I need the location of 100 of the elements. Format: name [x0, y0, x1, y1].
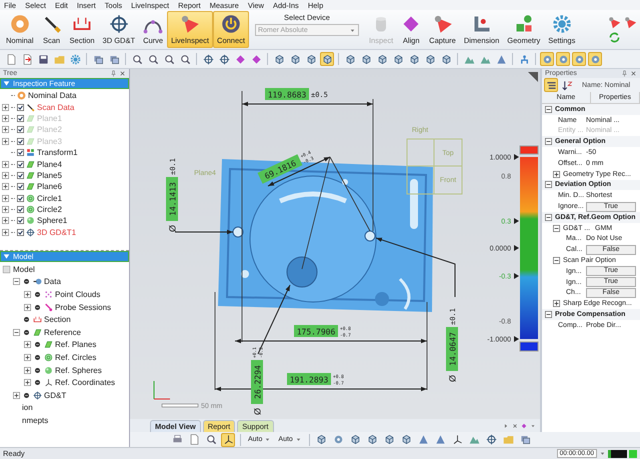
caret-icon[interactable] [599, 450, 606, 457]
expander-icon[interactable] [24, 341, 31, 348]
expander-icon[interactable] [2, 104, 9, 111]
toolbar-button[interactable] [221, 432, 235, 446]
pointer-icon[interactable] [514, 336, 519, 342]
tree-item[interactable]: ion [22, 403, 33, 412]
pin-icon[interactable] [110, 70, 117, 77]
expander-icon[interactable] [553, 224, 560, 232]
toolbar-button[interactable] [544, 78, 558, 92]
tree-item[interactable]: GD&T [44, 390, 66, 400]
tree-item[interactable]: nmepts [22, 416, 48, 425]
dot-icon[interactable] [33, 378, 42, 388]
diamond-icon[interactable] [521, 423, 527, 429]
pointer-icon[interactable] [514, 154, 519, 160]
checkbox[interactable] [17, 160, 24, 168]
dimension-label[interactable]: 14.1413 [166, 177, 178, 221]
dimension-label[interactable]: 119.8683 [265, 88, 309, 100]
expander-icon[interactable] [545, 181, 552, 188]
expander-icon[interactable] [553, 300, 560, 308]
checkbox[interactable] [17, 114, 24, 122]
tree-item[interactable]: Nominal Data [28, 91, 76, 100]
tree-item[interactable]: Ref. Coordinates [55, 378, 116, 388]
checkbox[interactable] [17, 149, 24, 156]
toolbar-button[interactable] [320, 52, 334, 66]
expander-icon[interactable] [2, 160, 9, 168]
tree-item[interactable]: Ref. Spheres [55, 366, 102, 375]
expander-icon[interactable] [545, 106, 552, 113]
checkbox[interactable] [17, 104, 24, 111]
close-icon[interactable] [630, 70, 637, 77]
expander-icon[interactable] [545, 138, 552, 146]
tree-item[interactable]: Ref. Planes [55, 340, 96, 350]
checkbox[interactable] [17, 138, 24, 145]
tree-item[interactable]: Scan Data [37, 102, 74, 112]
checkbox[interactable] [17, 228, 24, 236]
expander-icon[interactable] [2, 183, 9, 190]
close-icon[interactable] [119, 70, 126, 77]
tree-item[interactable]: Transform1 [37, 148, 78, 158]
pointer-icon[interactable] [514, 273, 519, 279]
checkbox[interactable] [17, 206, 24, 214]
toolbar-button[interactable] [484, 432, 499, 446]
tree-item[interactable]: Reference [44, 328, 81, 337]
expander-icon[interactable] [13, 328, 20, 336]
tree-item[interactable]: Plane4 [37, 160, 62, 169]
expander-icon[interactable] [2, 138, 9, 145]
expander-icon[interactable] [553, 170, 560, 178]
pin-icon[interactable] [621, 70, 628, 77]
tree-item[interactable]: 3D GD&T1 [37, 228, 76, 237]
play-icon[interactable] [503, 423, 509, 429]
dot-icon[interactable] [22, 328, 31, 337]
expander-icon[interactable] [13, 278, 20, 286]
tree-item[interactable]: Ref. Circles [55, 352, 96, 362]
beam-icon[interactable] [608, 16, 621, 28]
dot-icon[interactable] [22, 390, 31, 400]
expander-icon[interactable] [24, 304, 31, 311]
dot-icon[interactable] [33, 290, 42, 299]
expander-icon[interactable] [24, 354, 31, 361]
dimension-label[interactable]: 175.7906 [294, 325, 338, 337]
expander-icon[interactable] [2, 228, 9, 236]
expander-icon[interactable] [553, 257, 560, 264]
dot-icon[interactable] [33, 340, 42, 350]
toolbar-button[interactable] [217, 52, 231, 66]
toolbar-button[interactable] [162, 52, 176, 66]
toolbar-button[interactable] [204, 432, 218, 446]
expander-icon[interactable] [2, 217, 9, 224]
caret-icon[interactable] [530, 423, 536, 429]
expander-icon[interactable] [2, 114, 9, 122]
toolbar-button[interactable] [178, 52, 192, 66]
checkbox[interactable] [17, 183, 24, 190]
tree-item[interactable]: Circle2 [37, 205, 62, 214]
tree-item[interactable]: Plane5 [37, 170, 62, 180]
expander-icon[interactable] [24, 290, 31, 298]
expander-icon[interactable] [545, 214, 552, 221]
dot-icon[interactable] [33, 302, 42, 312]
toolbar-button[interactable] [130, 52, 144, 66]
dimension-label[interactable]: 191.2893 [287, 373, 331, 385]
checkbox[interactable] [17, 217, 24, 224]
beam-icon[interactable] [624, 16, 637, 28]
dot-icon[interactable] [33, 352, 42, 362]
tree-item[interactable]: Section [44, 315, 71, 324]
expander-icon[interactable] [13, 392, 20, 399]
dot-icon[interactable] [22, 277, 31, 286]
expander-icon[interactable] [2, 172, 9, 179]
corner-icon[interactable] [528, 72, 538, 82]
tree-item[interactable]: Data [44, 277, 61, 286]
pointer-icon[interactable] [514, 218, 519, 224]
checkbox[interactable] [17, 172, 24, 179]
toolbar-button[interactable] [146, 52, 160, 66]
expander-icon[interactable] [2, 206, 9, 214]
toolbar-button[interactable] [201, 52, 215, 66]
dimension-label[interactable]: 14.0647 [446, 327, 458, 371]
pointer-icon[interactable] [514, 245, 519, 251]
expander-icon[interactable] [545, 311, 552, 318]
expander-icon[interactable] [24, 366, 31, 374]
expander-icon[interactable] [24, 379, 31, 386]
tree-item[interactable]: Point Clouds [55, 290, 100, 299]
checkbox[interactable] [17, 126, 24, 134]
dimension-label[interactable]: 26.2294 [251, 360, 263, 404]
tree-item[interactable]: Sphere1 [37, 216, 68, 226]
tree-item[interactable]: Model [13, 264, 35, 274]
expander-icon[interactable] [2, 126, 9, 134]
